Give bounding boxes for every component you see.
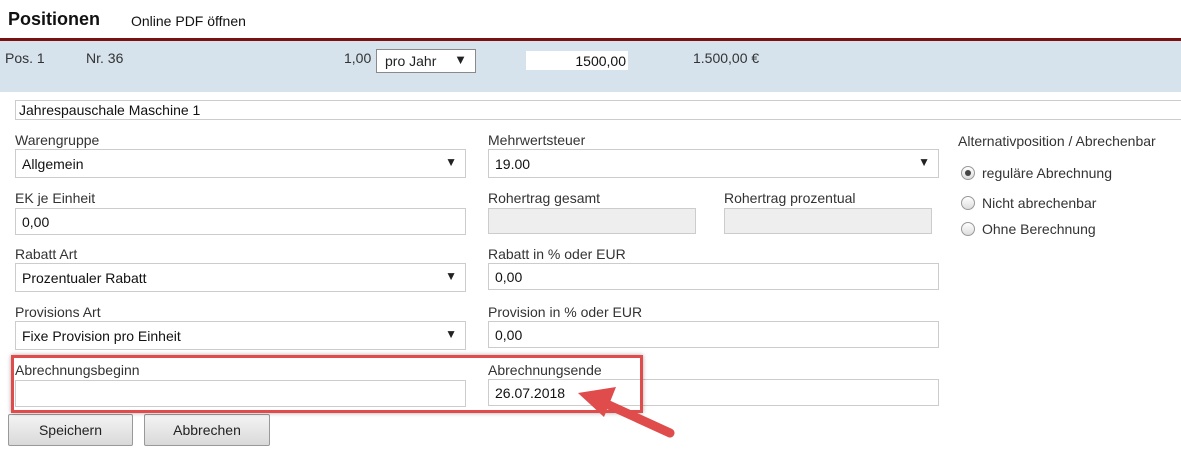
radio-nicht-abrechenbar[interactable]: Nicht abrechenbar bbox=[961, 195, 1096, 211]
rabatt-art-value: Prozentualer Rabatt bbox=[22, 269, 147, 286]
radio-regulaere-abrechnung[interactable]: reguläre Abrechnung bbox=[961, 165, 1112, 181]
page-title: Positionen bbox=[8, 9, 101, 29]
chevron-down-icon: ▼ bbox=[454, 52, 467, 67]
radio-label: reguläre Abrechnung bbox=[982, 165, 1112, 181]
save-button[interactable]: Speichern bbox=[8, 414, 133, 446]
mehrwertsteuer-select[interactable]: 19.00 ▼ bbox=[488, 149, 939, 178]
position-total: 1.500,00 € bbox=[693, 50, 760, 66]
provisions-art-select[interactable]: Fixe Provision pro Einheit ▼ bbox=[15, 321, 466, 350]
warengruppe-value: Allgemein bbox=[22, 155, 84, 172]
unit-select-value: pro Jahr bbox=[385, 53, 437, 69]
chevron-down-icon: ▼ bbox=[445, 327, 457, 341]
article-number: Nr. 36 bbox=[86, 50, 124, 66]
rabatt-wert-label: Rabatt in % oder EUR bbox=[488, 246, 626, 262]
rohertrag-prozentual-label: Rohertrag prozentual bbox=[724, 190, 856, 206]
warengruppe-label: Warengruppe bbox=[15, 132, 100, 148]
radio-ohne-berechnung[interactable]: Ohne Berechnung bbox=[961, 221, 1096, 237]
rohertrag-prozentual-field bbox=[724, 208, 932, 234]
chevron-down-icon: ▼ bbox=[445, 269, 457, 283]
provisions-art-label: Provisions Art bbox=[15, 304, 101, 320]
cancel-button[interactable]: Abbrechen bbox=[144, 414, 270, 446]
price-input[interactable] bbox=[526, 51, 628, 70]
billing-label: Alternativposition / Abrechenbar bbox=[958, 133, 1156, 149]
provision-wert-input[interactable]: 0,00 bbox=[488, 321, 939, 348]
red-arrow-icon bbox=[578, 387, 675, 438]
rohertrag-gesamt-field bbox=[488, 208, 696, 234]
annotation-highlight-box bbox=[11, 355, 643, 413]
warengruppe-select[interactable]: Allgemein ▼ bbox=[15, 149, 466, 178]
unit-select[interactable]: pro Jahr ▼ bbox=[376, 49, 476, 73]
radio-label: Nicht abrechenbar bbox=[982, 195, 1097, 211]
rabatt-art-label: Rabatt Art bbox=[15, 246, 78, 262]
chevron-down-icon: ▼ bbox=[445, 155, 457, 169]
chevron-down-icon: ▼ bbox=[918, 155, 930, 169]
radio-icon bbox=[961, 222, 975, 236]
open-pdf-link[interactable]: Online PDF öffnen bbox=[131, 13, 246, 29]
provisions-art-value: Fixe Provision pro Einheit bbox=[22, 327, 181, 344]
mehrwertsteuer-value: 19.00 bbox=[495, 155, 531, 172]
position-number: Pos. 1 bbox=[5, 50, 45, 66]
rabatt-art-select[interactable]: Prozentualer Rabatt ▼ bbox=[15, 263, 466, 292]
provision-wert-label: Provision in % oder EUR bbox=[488, 304, 643, 320]
description-input[interactable]: Jahrespauschale Maschine 1 bbox=[15, 100, 1181, 120]
quantity-value: 1,00 bbox=[344, 50, 372, 66]
position-row: Pos. 1 Nr. 36 1,00 pro Jahr ▼ 1.500,00 € bbox=[0, 41, 1181, 92]
mehrwertsteuer-label: Mehrwertsteuer bbox=[488, 132, 586, 148]
rohertrag-gesamt-label: Rohertrag gesamt bbox=[488, 190, 601, 206]
rabatt-wert-input[interactable]: 0,00 bbox=[488, 263, 939, 290]
ek-input[interactable]: 0,00 bbox=[15, 208, 466, 235]
radio-icon bbox=[961, 196, 975, 210]
radio-label: Ohne Berechnung bbox=[982, 221, 1096, 237]
ek-label: EK je Einheit bbox=[15, 190, 96, 206]
radio-checked-icon bbox=[961, 166, 975, 180]
